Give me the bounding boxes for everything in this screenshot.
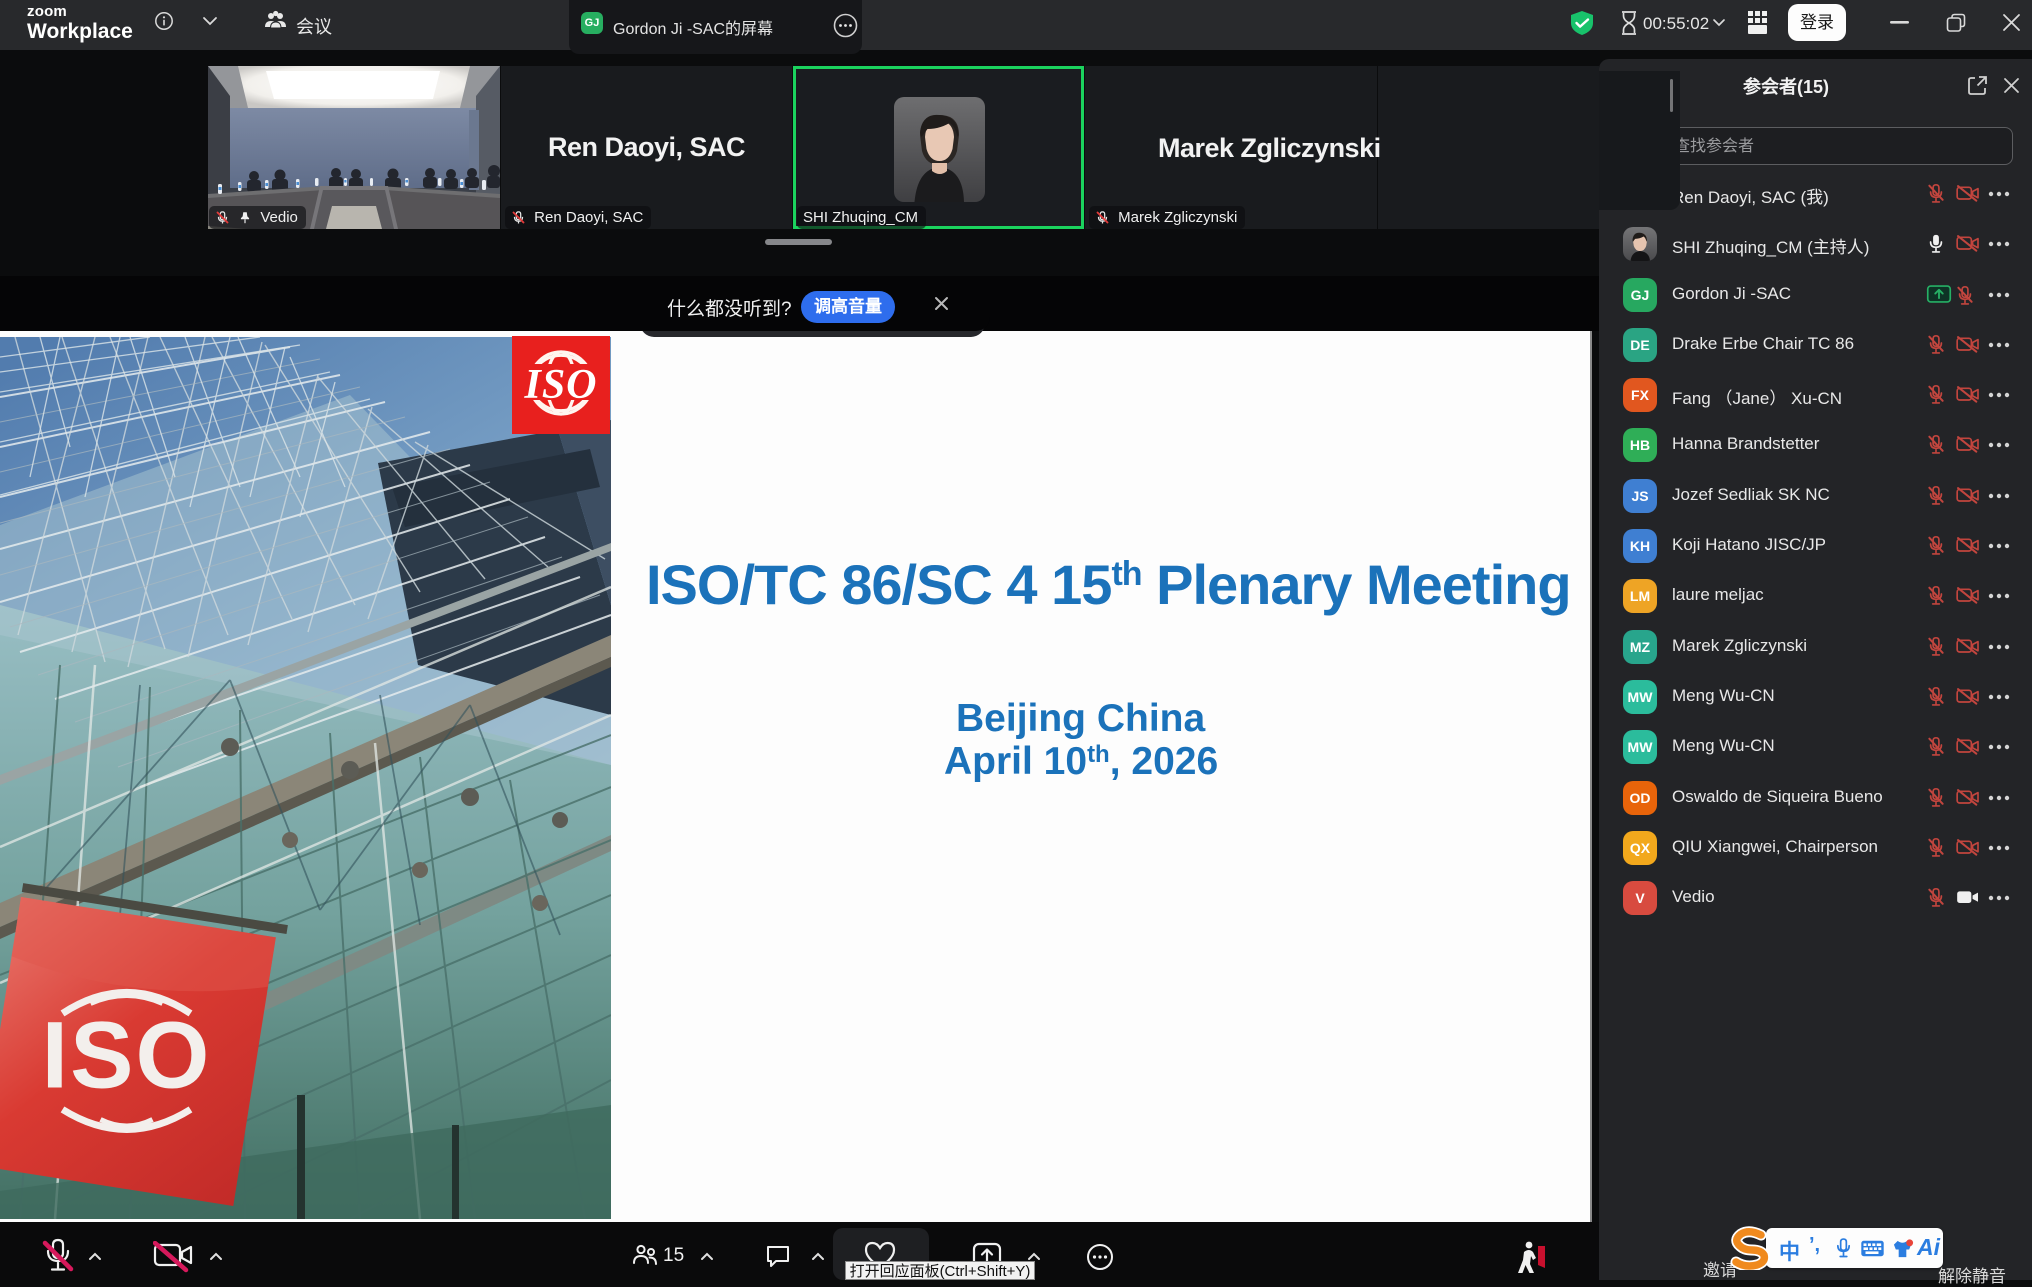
svg-text:ISO: ISO xyxy=(523,362,597,408)
svg-text:ISO: ISO xyxy=(42,1002,212,1108)
